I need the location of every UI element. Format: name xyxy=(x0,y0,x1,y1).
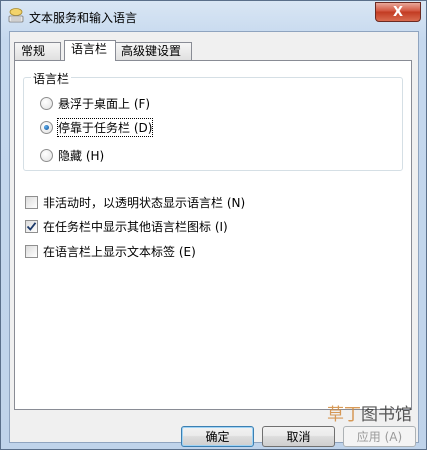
apply-button[interactable]: 应用 (A) xyxy=(343,426,416,447)
radio-hidden[interactable]: 隐藏 (H) xyxy=(40,146,104,164)
checkbox-box[interactable] xyxy=(25,195,38,209)
watermark-logo: 草丁图书馆 xyxy=(327,400,423,428)
checkbox-label: 非活动时，以透明状态显示语言栏 (N) xyxy=(43,195,246,210)
checkbox-show-text-labels[interactable]: 在语言栏上显示文本标签 (E) xyxy=(25,242,196,260)
language-bar-panel: 语言栏 悬浮于桌面上 (F) 停靠于任务栏 (D) 隐藏 (H) 非活动时，以透… xyxy=(14,60,412,410)
radio-button[interactable] xyxy=(40,96,53,110)
dialog-client-area: 常规 语言栏 高级键设置 语言栏 悬浮于桌面上 (F) 停靠于任务栏 (D) 隐… xyxy=(9,31,419,447)
checkbox-show-extra-icons[interactable]: 在任务栏中显示其他语言栏图标 (I) xyxy=(25,217,228,235)
tab-language-bar[interactable]: 语言栏 xyxy=(64,40,116,61)
title-bar[interactable]: 文本服务和输入语言 X xyxy=(1,1,426,31)
window-title: 文本服务和输入语言 xyxy=(29,11,138,25)
watermark-part-2: 图书馆 xyxy=(361,405,412,425)
radio-label: 悬浮于桌面上 (F) xyxy=(58,96,151,111)
checkbox-label: 在任务栏中显示其他语言栏图标 (I) xyxy=(43,219,228,234)
tab-general[interactable]: 常规 xyxy=(14,42,61,60)
keyboard-icon xyxy=(7,7,25,25)
radio-dock-in-taskbar[interactable]: 停靠于任务栏 (D) xyxy=(40,117,154,137)
close-button[interactable]: X xyxy=(375,2,421,22)
checkbox-box[interactable] xyxy=(25,244,38,258)
radio-button[interactable] xyxy=(40,120,53,134)
checkbox-transparent-when-inactive[interactable]: 非活动时，以透明状态显示语言栏 (N) xyxy=(25,193,245,211)
tab-advanced-key-settings[interactable]: 高级键设置 xyxy=(114,42,192,60)
checkbox-label: 在语言栏上显示文本标签 (E) xyxy=(43,244,196,259)
radio-label: 停靠于任务栏 (D) xyxy=(56,117,154,137)
close-icon: X xyxy=(392,4,404,20)
checkmark-icon xyxy=(26,221,37,231)
ok-button[interactable]: 确定 xyxy=(181,426,254,447)
watermark-part-1: 草丁 xyxy=(327,405,361,425)
radio-label: 隐藏 (H) xyxy=(58,148,105,163)
groupbox-legend: 语言栏 xyxy=(31,70,72,87)
dialog-window: 文本服务和输入语言 X 常规 语言栏 高级键设置 语言栏 悬浮于桌面上 (F) … xyxy=(0,0,427,450)
radio-float-on-desktop[interactable]: 悬浮于桌面上 (F) xyxy=(40,94,150,112)
cancel-button[interactable]: 取消 xyxy=(262,426,335,447)
radio-button[interactable] xyxy=(40,148,53,162)
language-bar-groupbox: 语言栏 悬浮于桌面上 (F) 停靠于任务栏 (D) 隐藏 (H) xyxy=(23,70,403,171)
checkbox-box[interactable] xyxy=(25,219,38,233)
